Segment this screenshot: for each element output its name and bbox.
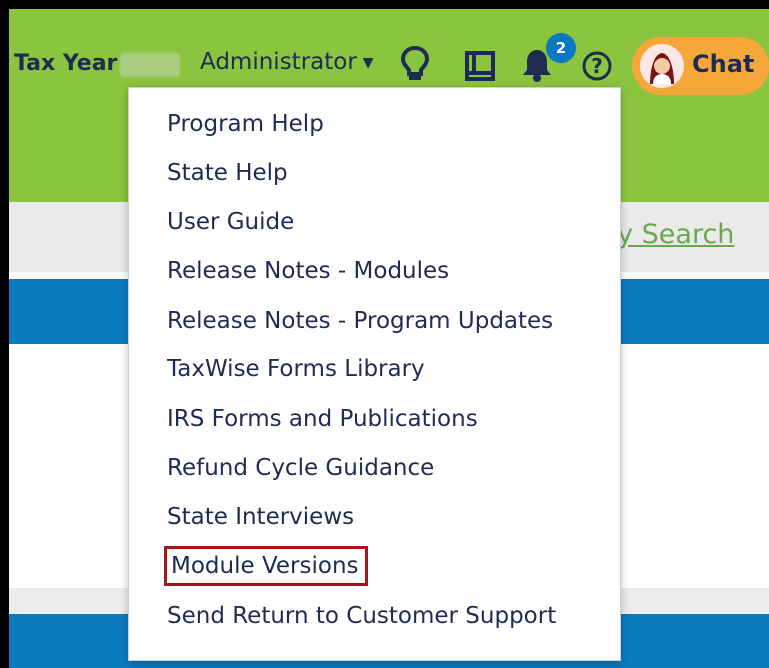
menu-item-module-versions[interactable]: Module Versions [164,546,368,586]
search-link[interactable]: ry Search [606,219,734,250]
tax-year-value-redacted [120,53,180,77]
app-window: ry Search Tax Year Administrator ▼ 2 ? C… [9,9,769,668]
menu-item-state-help[interactable]: State Help [167,160,288,186]
menu-item-release-notes-modules[interactable]: Release Notes - Modules [167,258,449,284]
menu-item-forms-library[interactable]: TaxWise Forms Library [167,356,425,382]
menu-item-state-interviews[interactable]: State Interviews [167,504,354,530]
screenshot-frame: ry Search Tax Year Administrator ▼ 2 ? C… [0,0,769,668]
menu-item-user-guide[interactable]: User Guide [167,209,294,235]
menu-item-refund-cycle[interactable]: Refund Cycle Guidance [167,455,434,481]
agent-avatar-icon [640,44,684,88]
menu-item-send-return-support[interactable]: Send Return to Customer Support [167,603,556,629]
help-dropdown-menu: Program Help State Help User Guide Relea… [128,87,621,661]
chat-button[interactable]: Chat [632,37,769,95]
book-icon[interactable] [465,51,495,81]
role-label: Administrator [200,49,357,75]
help-icon[interactable]: ? [581,50,613,82]
lightbulb-icon[interactable] [400,45,430,83]
menu-item-release-notes-program-updates[interactable]: Release Notes - Program Updates [167,308,553,334]
menu-item-program-help[interactable]: Program Help [167,111,324,137]
notification-badge: 2 [544,31,578,65]
menu-item-irs-forms[interactable]: IRS Forms and Publications [167,406,478,432]
svg-text:?: ? [591,54,603,78]
chat-label: Chat [692,50,755,78]
chevron-down-icon: ▼ [362,54,374,71]
tax-year-label: Tax Year [14,51,118,76]
role-dropdown[interactable]: Administrator ▼ [200,49,374,75]
